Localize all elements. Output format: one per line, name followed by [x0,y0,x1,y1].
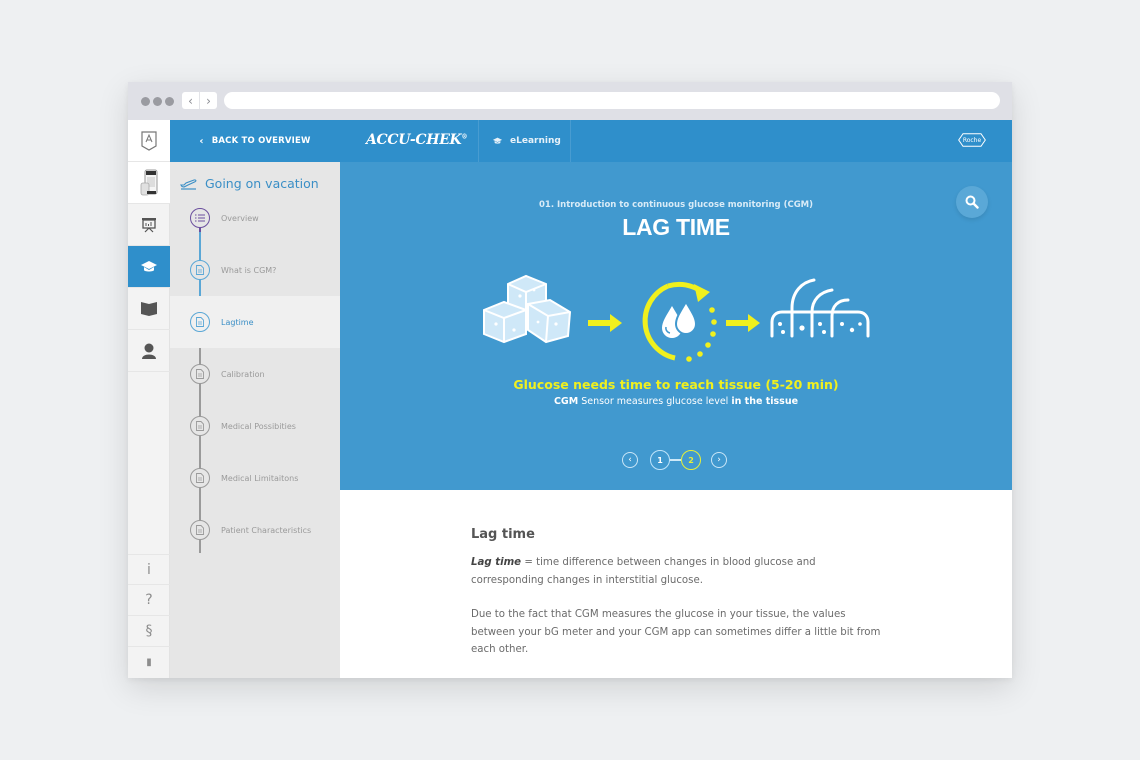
icon-rail: i ? § ▮ [128,120,176,678]
rail-item-logout[interactable]: ▮ [128,647,170,678]
pager-next-button[interactable]: › [711,452,727,468]
browser-back-button[interactable]: ‹ [182,92,199,109]
caption-main: Glucose needs time to reach tissue (5-20… [513,377,839,392]
registered-mark: ® [461,133,468,141]
back-to-overview-label: BACK TO OVERVIEW [211,136,311,146]
nav-item-label: Lagtime [221,317,254,327]
lesson-nav-panel: ‹ BACK TO OVERVIEW Going on vacation Ove… [170,120,340,678]
header-divider [478,120,479,162]
nav-item-label: Calibration [221,369,265,379]
nav-item-lagtime[interactable]: Lagtime [170,296,340,348]
rail-item-elearning[interactable] [128,246,176,288]
rail-item-profile[interactable] [128,330,170,372]
sugar-cubes-icon [483,274,572,344]
skin-tissue-icon [770,278,870,338]
nav-item-what-is-cgm[interactable]: What is CGM? [170,244,340,296]
caption-sub-bold: in the tissue [731,396,799,407]
back-to-overview-button[interactable]: ‹ BACK TO OVERVIEW [170,120,340,162]
document-icon [190,260,210,280]
browser-window: ‹ › i ? § ▮ ‹ BACK TO OVERVIEW Going on … [128,82,1012,678]
graduation-cap-icon [141,260,157,271]
header-divider [570,120,571,162]
brand-name: ACCU-CHEK [366,132,462,148]
window-controls [141,97,174,106]
nav-item-label: Patient Characteristics [221,525,312,535]
devices-icon [140,169,158,195]
arrow-right-icon [588,314,622,332]
nav-item-label: Medical Limitaitons [221,473,299,483]
info-icon: i [147,561,151,578]
rail-item-presentation[interactable] [128,204,170,246]
lag-time-illustration [483,274,870,362]
pager-page-2[interactable]: 2 [681,450,701,470]
book-icon [141,302,157,316]
document-icon [190,416,210,436]
pager-connector [670,459,681,461]
explanation-paragraph: Due to the fact that CGM measures the gl… [471,609,881,655]
rail-item-badge[interactable] [128,120,170,162]
slide-pager: ‹ 1 2 › [622,450,727,470]
lesson-content: Lag time Lag time = time difference betw… [340,490,1012,678]
definition-paragraph: Lag time = time difference between chang… [471,554,891,589]
presentation-icon [142,217,156,232]
user-icon [142,343,156,359]
window-dot-close[interactable] [141,97,150,106]
pager-prev-button[interactable]: ‹ [622,452,638,468]
help-icon: ? [145,592,153,608]
pager-page-1[interactable]: 1 [650,450,670,470]
window-dot-maximize[interactable] [165,97,174,106]
browser-nav-buttons: ‹ › [182,92,217,109]
chevron-left-icon: ‹ [199,135,204,147]
section-label: eLearning [510,136,561,146]
caption-sub-text: Sensor measures glucose level [578,396,732,407]
graduation-cap-icon [492,137,503,144]
lesson-subtitle: 01. Introduction to continuous glucose m… [538,200,814,210]
brand-logo[interactable]: ACCU-CHEK® [366,132,467,148]
nav-item-patient-characteristics[interactable]: Patient Characteristics [170,504,340,556]
water-drops-icon [662,300,698,338]
definition-term: Lag time [471,557,522,568]
roche-logo-text: Roche [962,136,982,144]
course-title-text: Going on vacation [205,176,319,191]
definition-text: = time difference between changes in blo… [471,557,816,586]
nav-item-overview[interactable]: Overview [170,192,340,244]
rail-item-legal[interactable]: § [128,616,170,647]
caption-sub: CGM Sensor measures glucose level in the… [340,396,1012,407]
roche-logo: Roche [958,133,986,147]
content-heading: Lag time [471,527,535,542]
app-header: ACCU-CHEK® eLearning Roche [340,120,1012,162]
arrow-right-icon [726,314,760,332]
logout-door-icon: ▮ [146,656,152,668]
browser-chrome: ‹ › [128,82,1012,120]
rail-item-book[interactable] [128,288,170,330]
nav-item-medical-limitations[interactable]: Medical Limitaitons [170,452,340,504]
rail-item-info[interactable]: i [128,554,170,585]
window-dot-minimize[interactable] [153,97,162,106]
badge-icon [141,130,157,151]
lesson-hero: 01. Introduction to continuous glucose m… [340,162,1012,490]
list-icon [190,208,210,228]
document-icon [190,468,210,488]
lesson-title: LAG TIME [622,214,730,240]
nav-item-label: What is CGM? [221,265,277,275]
nav-item-label: Medical Possibities [221,421,296,431]
nav-item-calibration[interactable]: Calibration [170,348,340,400]
document-icon [190,364,210,384]
browser-forward-button[interactable]: › [199,92,217,109]
airplane-icon [180,179,197,190]
address-bar[interactable] [224,92,1000,109]
rail-item-help[interactable]: ? [128,585,170,616]
legal-icon: § [145,623,153,639]
nav-item-label: Overview [221,213,259,223]
course-title: Going on vacation [180,176,319,191]
nav-item-medical-possibilities[interactable]: Medical Possibities [170,400,340,452]
rail-item-devices[interactable] [128,162,170,204]
document-icon [190,520,210,540]
section-elearning[interactable]: eLearning [492,120,561,162]
document-icon [190,312,210,332]
caption-sub-bold: CGM [553,396,579,407]
